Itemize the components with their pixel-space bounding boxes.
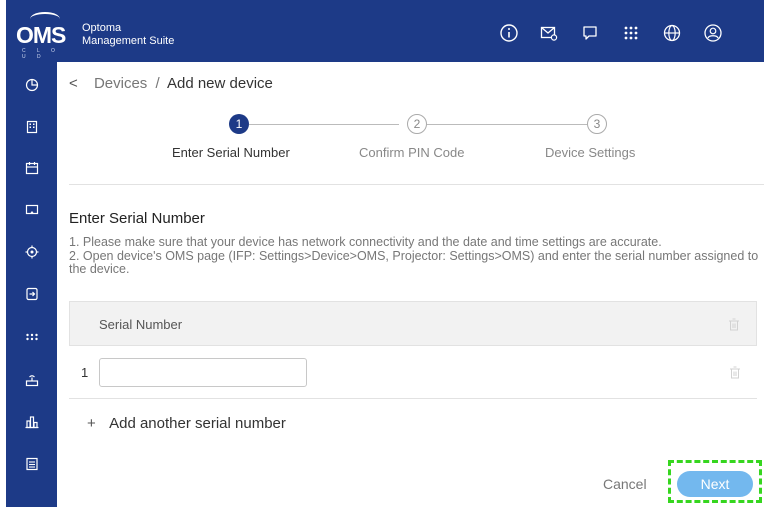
app-title: Optoma Management Suite [82,22,174,48]
divider [69,184,764,185]
add-serial-label: Add another serial number [109,415,286,432]
transfer-icon [25,287,38,301]
delete-row-icon[interactable] [729,366,741,379]
sidebar-item-more[interactable] [6,320,57,354]
sidebar-item-location[interactable] [6,235,57,269]
sidebar-item-transfer[interactable] [6,277,57,311]
serial-table: Serial Number 1 [69,301,757,399]
target-icon [25,245,38,259]
section-title: Enter Serial Number [69,210,205,227]
logo-cloud-text: C L O U D [22,48,60,60]
step-3-circle: 3 [587,114,607,134]
apps-grid-icon[interactable] [620,22,642,44]
next-button[interactable]: Next [677,471,753,497]
top-bar: OMS C L O U D Optoma Management Suite [6,0,764,62]
dots-icon [25,333,38,341]
breadcrumb-devices-link[interactable]: Devices [94,75,147,92]
step-connector [249,124,399,125]
sidebar [6,62,57,507]
sidebar-item-reports[interactable] [6,405,57,439]
sidebar-item-calendar[interactable] [6,151,57,185]
router-icon [25,375,38,387]
oms-logo[interactable]: OMS C L O U D [16,12,72,60]
step-2-circle: 2 [407,114,427,134]
instruction-line-1: 1. Please make sure that your device has… [69,235,662,249]
serial-number-input[interactable] [99,358,307,387]
stepper: 1 2 3 Enter Serial Number Confirm PIN Co… [57,114,764,174]
instructions: 1. Please make sure that your device has… [69,235,759,277]
calendar-icon [25,162,38,175]
sidebar-item-logs[interactable] [6,447,57,481]
step-connector [427,124,587,125]
instruction-line-2: 2. Open device's OMS page (IFP: Settings… [69,248,759,276]
step-2-label: Confirm PIN Code [359,145,465,160]
sidebar-item-display[interactable] [6,193,57,227]
building-icon [26,120,37,134]
list-icon [25,457,38,471]
back-chevron-icon[interactable]: < [69,75,78,92]
step-3-label: Device Settings [545,145,636,160]
sidebar-item-building[interactable] [6,110,57,144]
sidebar-item-dashboard[interactable] [6,68,57,102]
info-icon[interactable] [498,22,520,44]
step-1-label: Enter Serial Number [172,145,290,160]
app-title-line2: Management Suite [82,35,175,47]
main-content: < Devices / Add new device 1 2 3 Enter S… [57,62,764,507]
table-header: Serial Number [69,301,757,346]
display-icon [25,204,38,215]
cancel-button[interactable]: Cancel [603,476,647,492]
app-window: OMS C L O U D Optoma Management Suite < … [6,0,764,507]
add-serial-button[interactable]: + Add another serial number [87,415,286,432]
next-button-highlight: Next [668,460,762,503]
dashboard-icon [25,78,38,92]
app-title-line1: Optoma [82,22,122,34]
page-title: Add new device [166,75,273,92]
row-index: 1 [81,365,89,380]
chart-icon [25,416,38,429]
user-icon[interactable] [702,22,724,44]
chat-icon[interactable] [579,22,601,44]
globe-icon[interactable] [661,22,683,44]
mail-icon[interactable] [538,22,560,44]
breadcrumb: < Devices / Add new device [69,75,273,92]
step-1-circle: 1 [229,114,249,134]
sidebar-item-network[interactable] [6,363,57,397]
plus-icon: + [87,415,96,432]
breadcrumb-separator: / [155,75,160,92]
logo-text: OMS [16,22,66,48]
trash-icon [729,318,739,331]
column-header-serial: Serial Number [99,317,183,332]
table-row: 1 [69,346,757,399]
